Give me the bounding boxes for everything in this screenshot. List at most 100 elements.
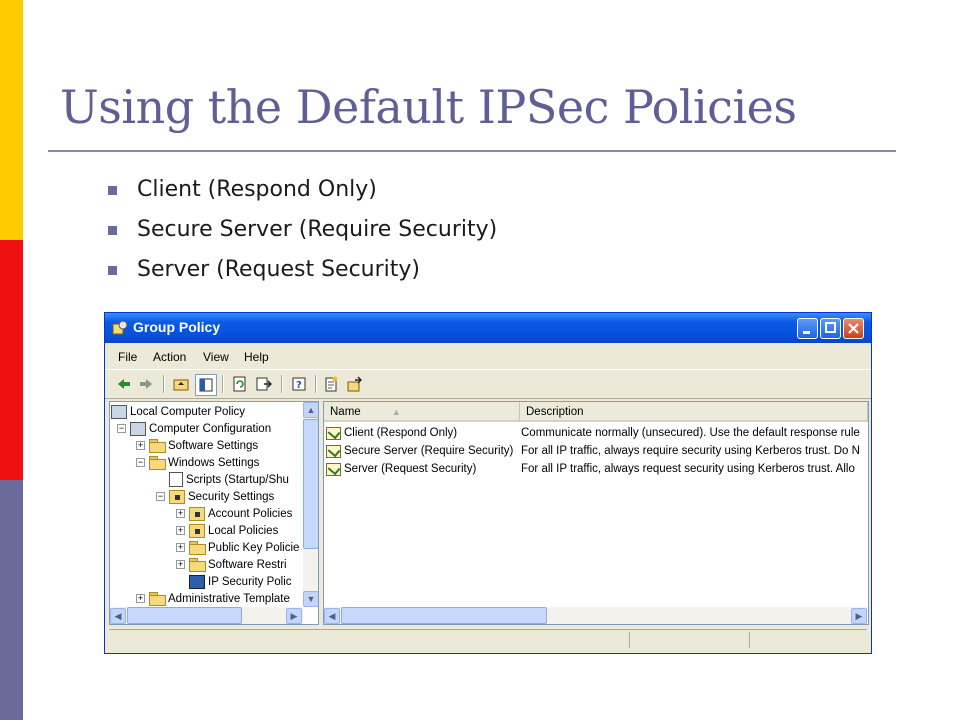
policy-name: Server (Request Security) bbox=[344, 463, 477, 475]
expand-toggle[interactable]: + bbox=[136, 594, 145, 603]
back-button[interactable] bbox=[114, 374, 134, 394]
bullet-text: Client (Respond Only) bbox=[137, 177, 377, 202]
show-hide-tree-button[interactable] bbox=[195, 374, 217, 396]
up-folder-icon bbox=[173, 379, 189, 391]
manage-filters-icon bbox=[347, 376, 362, 392]
menu-help[interactable]: Help bbox=[244, 350, 269, 364]
tree-node-scripts[interactable]: Scripts (Startup/Shu bbox=[169, 471, 289, 488]
policy-name: Secure Server (Require Security) bbox=[344, 445, 514, 457]
expand-toggle[interactable]: + bbox=[136, 441, 145, 450]
computer-policy-icon bbox=[111, 404, 127, 419]
column-header-description[interactable]: Description bbox=[520, 402, 868, 422]
expand-toggle[interactable]: + bbox=[176, 509, 185, 518]
tree-node-software-settings[interactable]: + Software Settings bbox=[136, 437, 258, 454]
toolbar-separator bbox=[163, 375, 165, 393]
bullet-marker bbox=[108, 226, 117, 235]
scroll-thumb[interactable] bbox=[303, 419, 318, 549]
scroll-thumb[interactable] bbox=[127, 607, 242, 624]
security-icon bbox=[169, 489, 185, 504]
scroll-right-button[interactable]: ▶ bbox=[851, 608, 867, 624]
accent-bar-yellow bbox=[0, 0, 23, 240]
window-title: Group Policy bbox=[133, 319, 221, 335]
forward-arrow-icon bbox=[140, 379, 152, 389]
scroll-down-button[interactable]: ▼ bbox=[303, 591, 318, 607]
tree-node-label: Software Settings bbox=[168, 439, 259, 452]
manage-filters-button[interactable] bbox=[345, 374, 365, 394]
bullet-marker bbox=[108, 186, 117, 195]
tree-node-computer-configuration[interactable]: − Computer Configuration bbox=[117, 420, 271, 437]
policy-row-client[interactable]: Client (Respond Only) Communicate normal… bbox=[324, 424, 867, 442]
tree-node-public-key-policies[interactable]: + Public Key Policie bbox=[176, 539, 299, 556]
tree-node-label: Administrative Template bbox=[168, 592, 290, 605]
refresh-button[interactable] bbox=[230, 374, 250, 394]
menu-action[interactable]: Action bbox=[153, 350, 186, 364]
scroll-up-button[interactable]: ▲ bbox=[303, 402, 318, 418]
bullet-text: Secure Server (Require Security) bbox=[137, 217, 498, 242]
policy-description: For all IP traffic, always request secur… bbox=[521, 463, 855, 475]
list-horizontal-scrollbar[interactable]: ◀ ▶ bbox=[324, 607, 868, 624]
scroll-left-button[interactable]: ◀ bbox=[324, 608, 340, 624]
tree-node-security-settings[interactable]: − Security Settings bbox=[156, 488, 274, 505]
bullet-item: Secure Server (Require Security) bbox=[108, 214, 497, 254]
tree-node-label: Software Restri bbox=[208, 558, 287, 571]
status-divider bbox=[749, 632, 750, 648]
accent-bar-purple bbox=[0, 480, 23, 720]
tree-node-label: IP Security Polic bbox=[208, 575, 292, 588]
maximize-button[interactable] bbox=[820, 318, 841, 339]
help-button[interactable]: ? bbox=[289, 374, 309, 394]
collapse-toggle[interactable]: − bbox=[136, 458, 145, 467]
console-tree[interactable]: Local Computer Policy − Computer Configu… bbox=[109, 401, 319, 625]
minimize-icon bbox=[803, 331, 810, 334]
scroll-left-button[interactable]: ◀ bbox=[110, 608, 126, 624]
menu-view[interactable]: View bbox=[203, 350, 229, 364]
tree-node-ip-security-policies[interactable]: IP Security Polic bbox=[189, 573, 292, 590]
folder-icon bbox=[189, 523, 205, 538]
tree-node-account-policies[interactable]: + Account Policies bbox=[176, 505, 292, 522]
policy-row-server[interactable]: Server (Request Security) For all IP tra… bbox=[324, 460, 867, 478]
bullet-text: Server (Request Security) bbox=[137, 257, 421, 282]
minimize-button[interactable] bbox=[797, 318, 818, 339]
bullet-item: Server (Request Security) bbox=[108, 254, 497, 294]
close-button[interactable] bbox=[843, 318, 864, 339]
sort-ascending-icon: ▲ bbox=[391, 407, 401, 417]
up-one-level-button[interactable] bbox=[171, 374, 191, 394]
group-policy-window: Group Policy File Action View Help ? Loc… bbox=[104, 312, 872, 654]
export-list-icon bbox=[256, 377, 272, 391]
policy-row-secure-server[interactable]: Secure Server (Require Security) For all… bbox=[324, 442, 867, 460]
new-policy-icon bbox=[325, 376, 338, 392]
collapse-toggle[interactable]: − bbox=[156, 492, 165, 501]
collapse-toggle[interactable]: − bbox=[117, 424, 126, 433]
tree-vertical-scrollbar[interactable]: ▲ ▼ bbox=[303, 402, 318, 607]
window-titlebar[interactable]: Group Policy bbox=[105, 313, 871, 343]
tree-node-label: Security Settings bbox=[188, 490, 275, 503]
export-list-button[interactable] bbox=[254, 374, 274, 394]
tree-node-local-policies[interactable]: + Local Policies bbox=[176, 522, 278, 539]
expand-toggle[interactable]: + bbox=[176, 543, 185, 552]
policy-name: Client (Respond Only) bbox=[344, 427, 458, 439]
computer-icon bbox=[130, 421, 146, 436]
accent-bar-red bbox=[0, 240, 23, 480]
scroll-thumb[interactable] bbox=[341, 607, 547, 624]
column-header-name[interactable]: Name ▲ bbox=[324, 402, 520, 422]
expand-toggle[interactable]: + bbox=[176, 526, 185, 535]
column-header-label: Description bbox=[526, 406, 584, 418]
forward-button[interactable] bbox=[136, 374, 156, 394]
tree-horizontal-scrollbar[interactable]: ◀ ▶ bbox=[110, 607, 303, 624]
expand-toggle[interactable]: + bbox=[176, 560, 185, 569]
policy-description: For all IP traffic, always require secur… bbox=[521, 445, 860, 457]
policy-list[interactable]: Name ▲ Description Client (Respond Only)… bbox=[323, 401, 869, 625]
menu-bar: File Action View Help bbox=[105, 345, 871, 367]
new-policy-button[interactable] bbox=[321, 374, 341, 394]
tree-node-administrative-templates[interactable]: + Administrative Template bbox=[136, 590, 290, 607]
tree-node-software-restriction[interactable]: + Software Restri bbox=[176, 556, 287, 573]
toolbar: ? bbox=[105, 369, 871, 399]
toolbar-separator bbox=[315, 375, 317, 393]
title-divider bbox=[48, 150, 896, 152]
menu-file[interactable]: File bbox=[118, 350, 137, 364]
scroll-right-button[interactable]: ▶ bbox=[286, 608, 302, 624]
maximize-icon bbox=[825, 322, 836, 333]
slide-title: Using the Default IPSec Policies bbox=[60, 80, 797, 134]
tree-node-local-computer-policy[interactable]: Local Computer Policy bbox=[111, 403, 245, 420]
folder-icon bbox=[189, 541, 206, 555]
tree-node-windows-settings[interactable]: − Windows Settings bbox=[136, 454, 259, 471]
